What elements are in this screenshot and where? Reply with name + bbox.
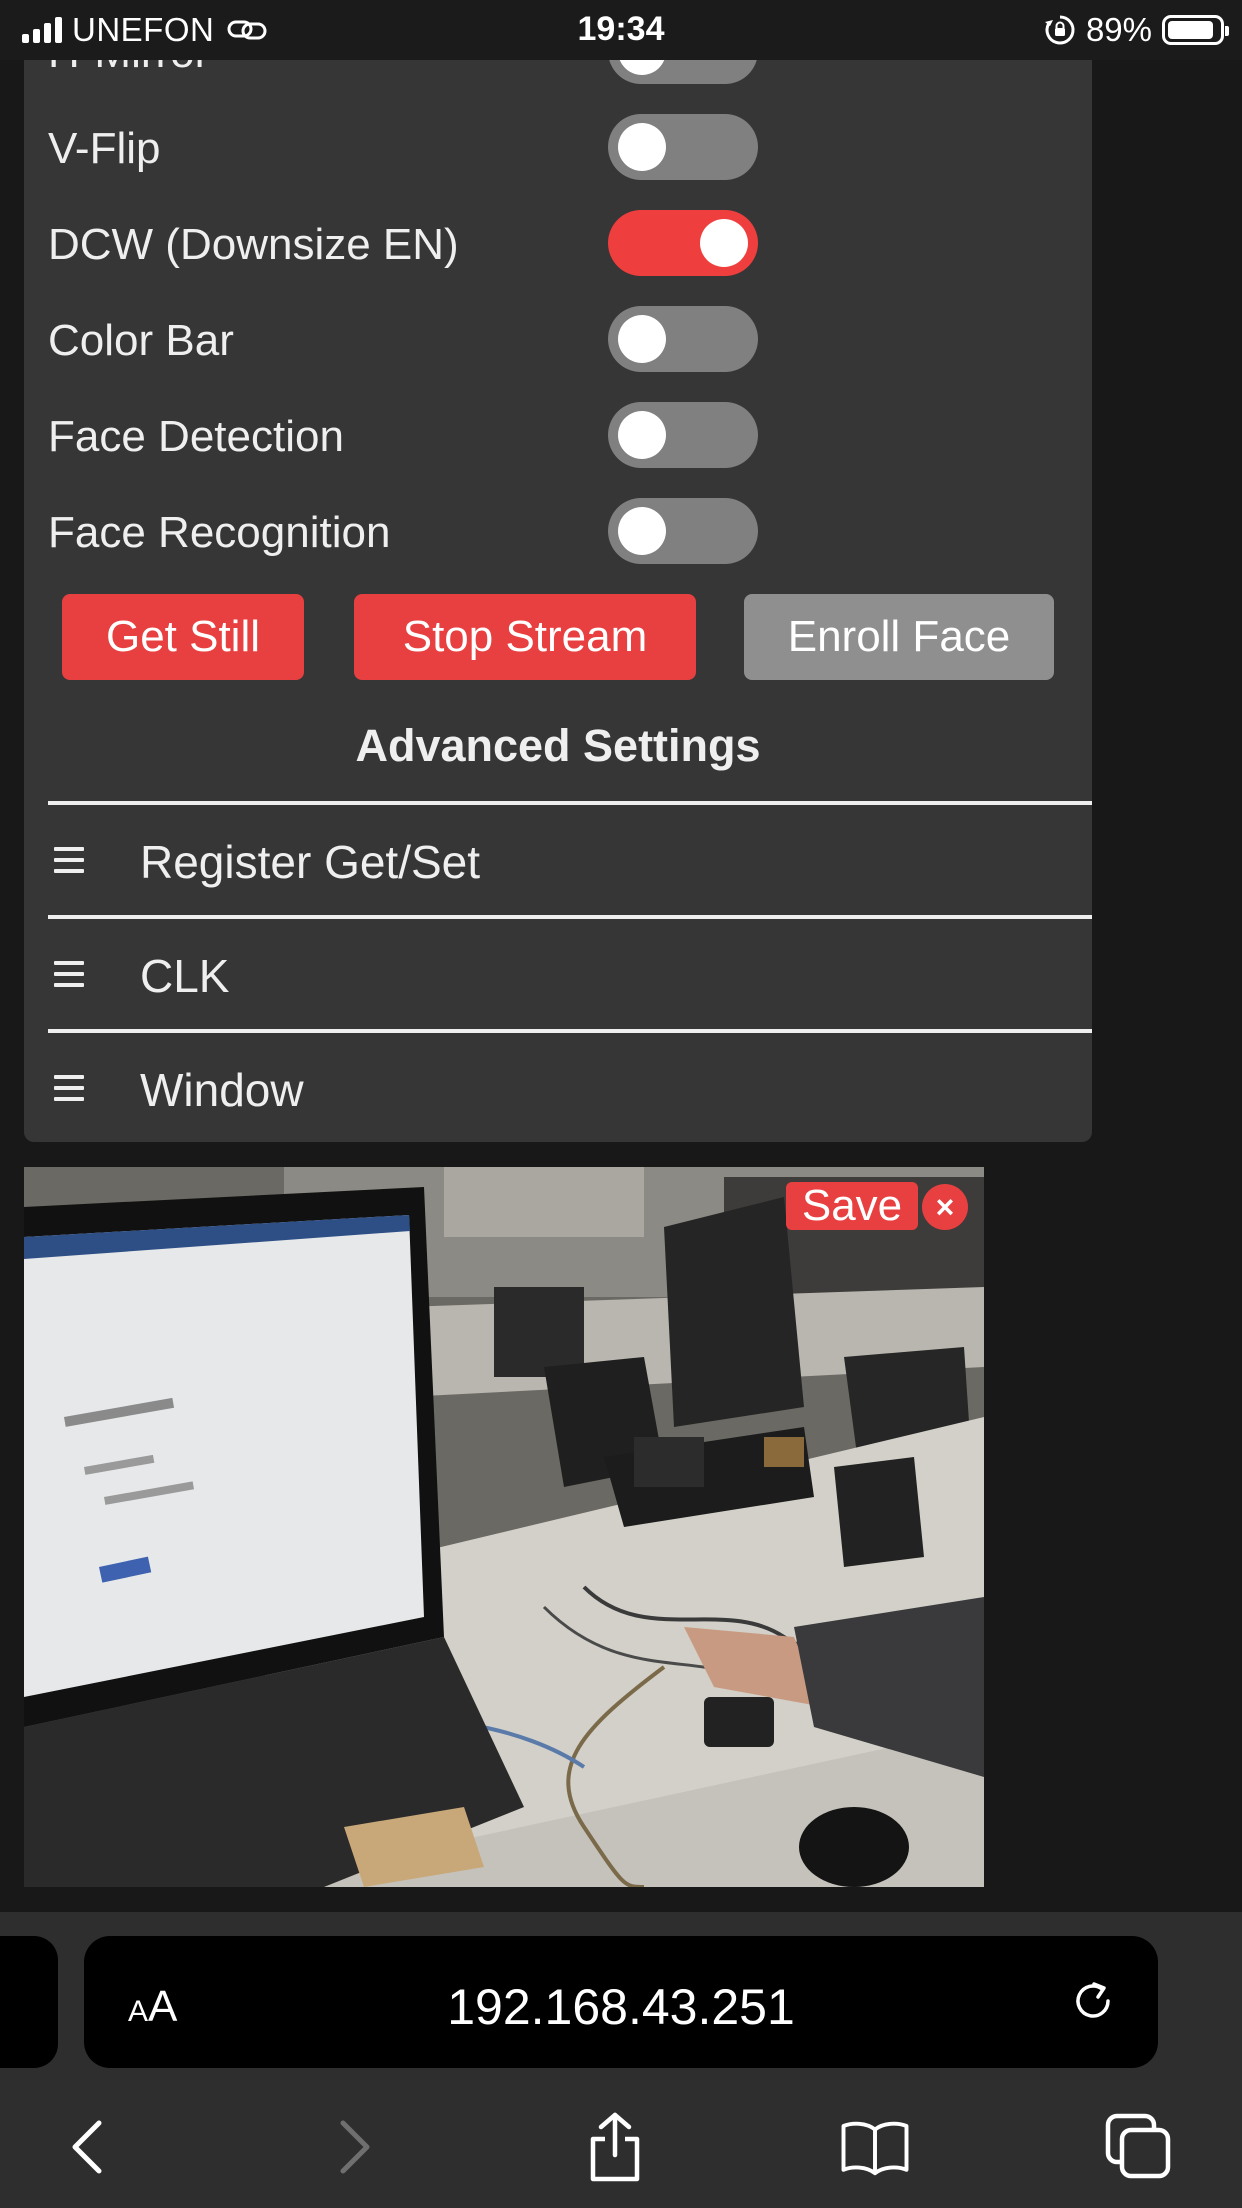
toggle-knob <box>618 507 666 555</box>
colorbar-toggle[interactable] <box>608 306 758 372</box>
section-register-get-set[interactable]: Register Get/Set <box>48 805 1088 915</box>
section-clk[interactable]: CLK <box>48 919 1088 1029</box>
camera-stream: Save × <box>24 1167 984 1887</box>
face-recognition-toggle[interactable] <box>608 498 758 564</box>
hmirror-toggle[interactable] <box>608 60 758 84</box>
get-still-button[interactable]: Get Still <box>62 594 304 680</box>
face-detection-toggle[interactable] <box>608 402 758 468</box>
previous-tab-preview[interactable] <box>0 1936 58 2068</box>
settings-panel: H-Mirror V-Flip DCW (Downsize EN) Color … <box>24 60 1092 1142</box>
status-bar: UNEFON 19:34 89% <box>0 0 1242 60</box>
toggle-label: Face Recognition <box>48 508 391 557</box>
forward-icon[interactable] <box>320 2112 390 2182</box>
toggle-knob <box>618 123 666 171</box>
orientation-lock-icon <box>1044 15 1075 45</box>
vflip-toggle[interactable] <box>608 114 758 180</box>
section-label: Window <box>140 1064 304 1116</box>
status-right: 89% <box>1044 10 1229 50</box>
section-label: CLK <box>140 950 230 1002</box>
toggle-knob <box>618 60 666 75</box>
toggle-knob <box>618 315 666 363</box>
battery-icon <box>1162 15 1229 45</box>
bookmarks-icon[interactable] <box>840 2112 910 2182</box>
toggle-row-colorbar: Color Bar <box>48 304 768 374</box>
camera-frame <box>24 1167 984 1887</box>
toggle-label: V-Flip <box>48 124 161 173</box>
menu-icon <box>54 961 84 987</box>
section-window[interactable]: Window <box>48 1033 1088 1142</box>
toggle-row-face-detection: Face Detection <box>48 400 768 470</box>
share-icon[interactable] <box>580 2112 650 2182</box>
dcw-toggle[interactable] <box>608 210 758 276</box>
menu-icon <box>54 1075 84 1101</box>
toggle-label: H-Mirror <box>48 60 209 78</box>
advanced-settings-title: Advanced Settings <box>355 720 761 771</box>
menu-icon <box>54 847 84 873</box>
toggle-row-face-recognition: Face Recognition <box>48 496 768 566</box>
toggle-knob <box>618 411 666 459</box>
close-stream-button[interactable]: × <box>922 1184 968 1230</box>
toggle-row-hmirror: H-Mirror <box>48 60 768 86</box>
tabs-icon[interactable] <box>1104 2112 1174 2182</box>
toggle-label: Color Bar <box>48 316 234 365</box>
browser-tab-bar <box>0 2092 1242 2208</box>
toggle-label: DCW (Downsize EN) <box>48 220 459 269</box>
enroll-face-button[interactable]: Enroll Face <box>744 594 1054 680</box>
back-icon[interactable] <box>52 2112 122 2182</box>
section-label: Register Get/Set <box>140 836 481 888</box>
url-text[interactable]: 192.168.43.251 <box>84 1978 1158 2036</box>
battery-level <box>1168 21 1213 39</box>
toggle-knob <box>700 219 748 267</box>
reload-icon[interactable] <box>1068 1976 1118 2026</box>
toggle-row-vflip: V-Flip <box>48 112 768 182</box>
stop-stream-button[interactable]: Stop Stream <box>354 594 696 680</box>
battery-percent: 89% <box>1085 11 1152 48</box>
toggle-row-dcw: DCW (Downsize EN) <box>48 208 768 278</box>
save-button[interactable]: Save <box>786 1181 918 1230</box>
toggle-label: Face Detection <box>48 412 344 461</box>
address-bar[interactable]: AA 192.168.43.251 <box>84 1936 1158 2068</box>
browser-toolbar: AA 192.168.43.251 <box>0 1912 1242 2208</box>
